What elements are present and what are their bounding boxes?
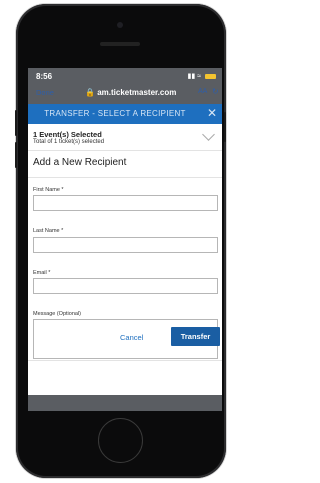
close-icon[interactable]: ✕	[207, 106, 217, 120]
footer-divider	[28, 360, 222, 361]
url-text: am.ticketmaster.com	[97, 88, 177, 97]
status-icons: ▮▮ ≈	[188, 72, 216, 80]
last-name-label: Last Name *	[33, 228, 64, 234]
cancel-button[interactable]: Cancel	[120, 333, 143, 342]
text-size-button[interactable]: AA	[198, 88, 207, 95]
message-label: Message (Optional)	[33, 311, 81, 317]
earpiece-speaker	[100, 42, 140, 46]
power-button	[224, 112, 226, 142]
signal-icon: ▮▮	[187, 73, 196, 80]
modal-header: TRANSFER - SELECT A RECIPIENT ✕	[28, 104, 222, 124]
wifi-icon: ≈	[197, 73, 202, 80]
status-bar: 8:56 ▮▮ ≈	[28, 68, 222, 86]
modal-title: TRANSFER - SELECT A RECIPIENT	[44, 109, 186, 118]
chevron-down-icon[interactable]	[202, 128, 215, 141]
first-name-label: First Name *	[33, 187, 64, 193]
volume-up-button	[15, 110, 17, 136]
lock-icon: 🔒	[85, 88, 95, 97]
done-button[interactable]: Done	[36, 88, 54, 97]
volume-down-button	[15, 142, 17, 168]
transfer-modal: TRANSFER - SELECT A RECIPIENT ✕ 1 Event(…	[28, 104, 222, 395]
transfer-button[interactable]: Transfer	[171, 327, 220, 346]
battery-icon	[205, 73, 216, 79]
status-time: 8:56	[36, 72, 53, 81]
section-title: Add a New Recipient	[33, 157, 127, 168]
front-camera	[117, 22, 123, 28]
event-selection-summary[interactable]: 1 Event(s) Selected Total of 1 ticket(s)…	[28, 124, 222, 151]
home-button[interactable]	[98, 418, 143, 463]
browser-url-bar: Done 🔒 am.ticketmaster.com AA ↻	[28, 86, 222, 102]
phone-screen: 8:56 ▮▮ ≈ Done 🔒 am.ticketmaster.com AA …	[28, 68, 222, 411]
ticket-count: Total of 1 ticket(s) selected	[33, 138, 105, 145]
url-address[interactable]: 🔒 am.ticketmaster.com	[85, 88, 176, 97]
divider	[28, 177, 222, 178]
first-name-field[interactable]	[33, 195, 218, 211]
email-label: Email *	[33, 270, 51, 276]
email-field[interactable]	[33, 278, 218, 294]
reload-icon[interactable]: ↻	[212, 87, 219, 96]
last-name-field[interactable]	[33, 237, 218, 253]
